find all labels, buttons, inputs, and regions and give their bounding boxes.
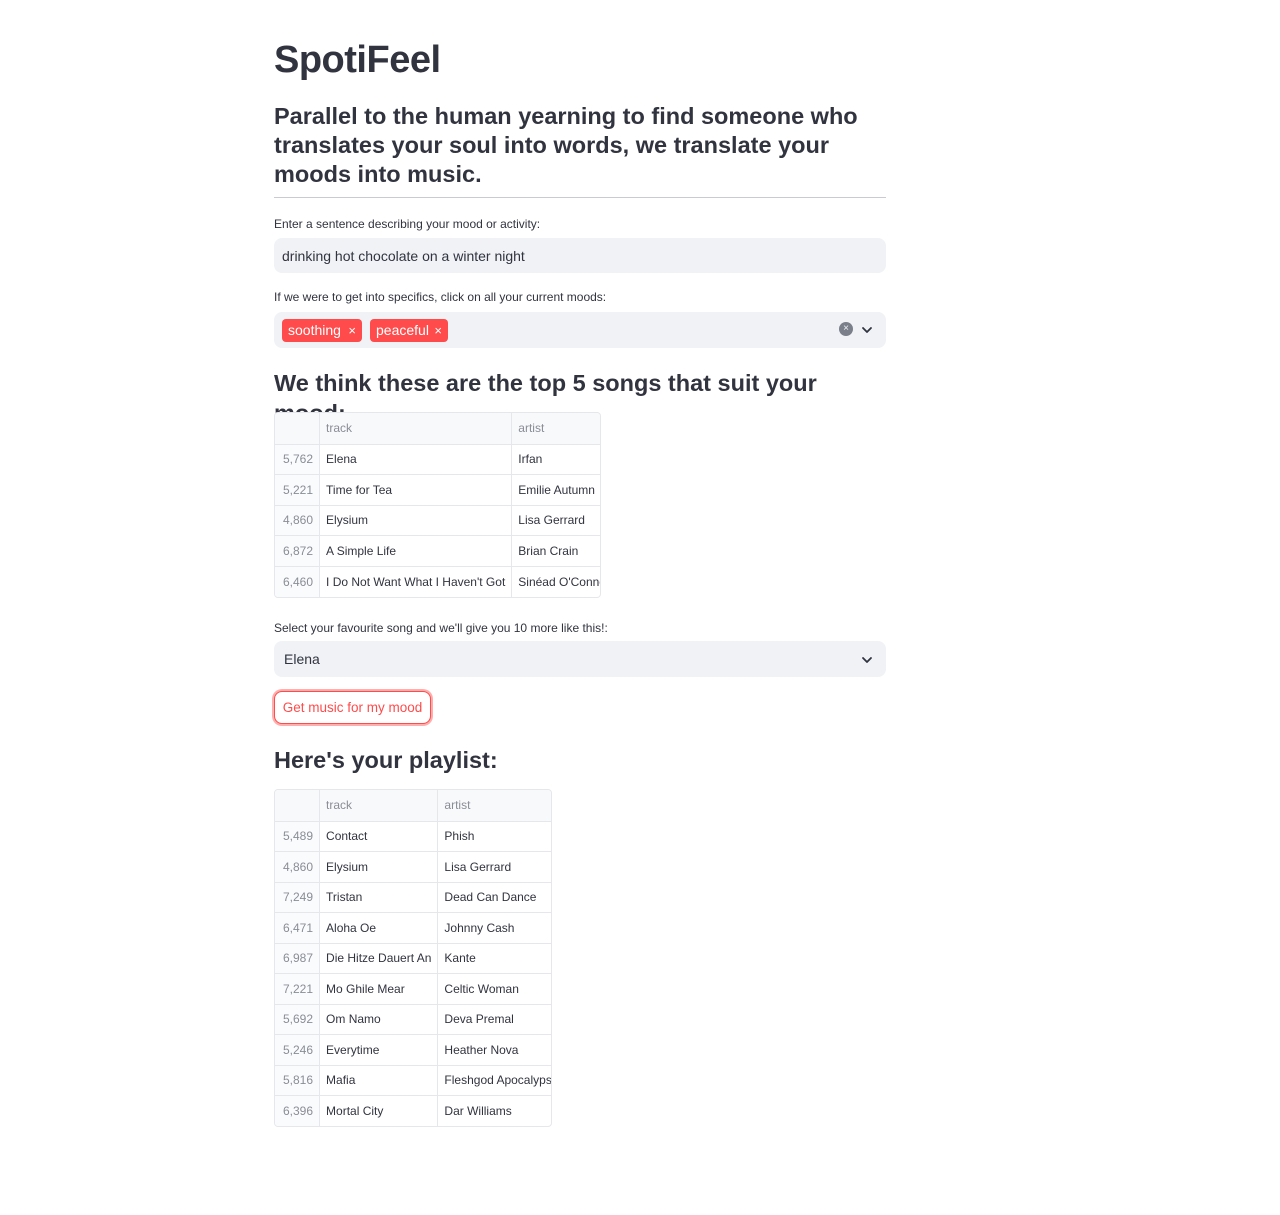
mood-tag-peaceful: peaceful ×	[370, 319, 448, 342]
index-column-header	[275, 790, 321, 822]
row-index: 5,489	[275, 821, 321, 852]
artist-column-header[interactable]: artist	[511, 413, 600, 445]
row-index: 6,471	[275, 912, 321, 944]
row-index: 4,860	[275, 505, 321, 536]
row-index: 6,987	[275, 943, 321, 974]
track-cell: Om Namo	[319, 1004, 439, 1035]
playlist-table[interactable]: track artist 5,489 Contact Phish 4,860 E…	[274, 789, 552, 1127]
artist-cell: Heather Nova	[437, 1034, 551, 1066]
selected-song-value: Elena	[284, 651, 320, 667]
top-songs-table[interactable]: track artist 5,762 Elena Irfan 5,221 Tim…	[274, 412, 601, 598]
track-cell: Time for Tea	[319, 474, 513, 506]
table-header-row: track artist	[275, 790, 551, 822]
table-row[interactable]: 6,987 Die Hitze Dauert An Kante	[275, 943, 551, 974]
playlist-heading: Here's your playlist:	[274, 747, 498, 773]
row-index: 5,692	[275, 1004, 321, 1035]
table-row[interactable]: 4,860 Elysium Lisa Gerrard	[275, 851, 551, 883]
artist-cell: Kante	[437, 943, 551, 974]
track-cell: Mo Ghile Mear	[319, 973, 439, 1005]
table-row[interactable]: 5,246 Everytime Heather Nova	[275, 1034, 551, 1066]
row-index: 5,762	[275, 444, 321, 475]
track-cell: Mortal City	[319, 1095, 439, 1126]
track-cell: Contact	[319, 821, 439, 852]
artist-cell: Dead Can Dance	[437, 882, 551, 913]
clear-icon[interactable]: ×	[839, 322, 853, 336]
table-header-row: track artist	[275, 413, 600, 445]
artist-cell: Phish	[437, 821, 551, 852]
app-tagline: Parallel to the human yearning to find s…	[274, 103, 858, 187]
row-index: 5,221	[275, 474, 321, 506]
table-row[interactable]: 5,489 Contact Phish	[275, 821, 551, 852]
track-cell: Everytime	[319, 1034, 439, 1066]
track-cell: Tristan	[319, 882, 439, 913]
track-column-header[interactable]: track	[319, 413, 513, 445]
table-row[interactable]: 5,816 Mafia Fleshgod Apocalypse	[275, 1065, 551, 1096]
moods-select-label: If we were to get into specifics, click …	[274, 290, 607, 304]
track-column-header[interactable]: track	[319, 790, 439, 822]
track-cell: A Simple Life	[319, 535, 513, 567]
chevron-down-icon[interactable]	[861, 654, 873, 666]
table-row[interactable]: 7,249 Tristan Dead Can Dance	[275, 882, 551, 913]
table-row[interactable]: 7,221 Mo Ghile Mear Celtic Woman	[275, 973, 551, 1005]
table-row[interactable]: 4,860 Elysium Lisa Gerrard	[275, 505, 600, 536]
table-row[interactable]: 6,471 Aloha Oe Johnny Cash	[275, 912, 551, 944]
mood-tag-label: peaceful	[376, 322, 429, 338]
artist-column-header[interactable]: artist	[437, 790, 551, 822]
remove-tag-icon[interactable]: ×	[348, 319, 356, 342]
favourite-song-select[interactable]: Elena	[274, 641, 886, 677]
table-row[interactable]: 6,460 I Do Not Want What I Haven't Got S…	[275, 566, 600, 597]
table-row[interactable]: 5,221 Time for Tea Emilie Autumn	[275, 474, 600, 506]
moods-multiselect[interactable]: soothing × peaceful × ×	[274, 312, 886, 348]
row-index: 6,396	[275, 1095, 321, 1126]
artist-cell: Fleshgod Apocalypse	[437, 1065, 551, 1096]
row-index: 6,460	[275, 566, 321, 597]
artist-cell: Lisa Gerrard	[511, 505, 600, 536]
mood-tag-label: soothing	[288, 322, 341, 338]
track-cell: Elysium	[319, 505, 513, 536]
artist-cell: Brian Crain	[511, 535, 600, 567]
track-cell: Die Hitze Dauert An	[319, 943, 439, 974]
app-title: SpotiFeel	[274, 39, 441, 81]
track-cell: Elysium	[319, 851, 439, 883]
chevron-down-icon[interactable]	[861, 324, 873, 336]
artist-cell: Lisa Gerrard	[437, 851, 551, 883]
artist-cell: Emilie Autumn	[511, 474, 600, 506]
table-row[interactable]: 6,396 Mortal City Dar Williams	[275, 1095, 551, 1126]
row-index: 7,221	[275, 973, 321, 1005]
artist-cell: Johnny Cash	[437, 912, 551, 944]
table-row[interactable]: 5,762 Elena Irfan	[275, 444, 600, 475]
row-index: 7,249	[275, 882, 321, 913]
artist-cell: Dar Williams	[437, 1095, 551, 1126]
track-cell: Aloha Oe	[319, 912, 439, 944]
index-column-header	[275, 413, 321, 445]
row-index: 5,816	[275, 1065, 321, 1096]
artist-cell: Celtic Woman	[437, 973, 551, 1005]
favourite-select-label: Select your favourite song and we'll giv…	[274, 621, 608, 635]
track-cell: I Do Not Want What I Haven't Got	[319, 566, 513, 597]
row-index: 6,872	[275, 535, 321, 567]
mood-text-input[interactable]	[274, 238, 886, 273]
remove-tag-icon[interactable]: ×	[434, 319, 442, 342]
track-cell: Mafia	[319, 1065, 439, 1096]
artist-cell: Sinéad O'Connor	[511, 566, 600, 597]
row-index: 5,246	[275, 1034, 321, 1066]
artist-cell: Deva Premal	[437, 1004, 551, 1035]
table-row[interactable]: 6,872 A Simple Life Brian Crain	[275, 535, 600, 567]
mood-input-label: Enter a sentence describing your mood or…	[274, 217, 541, 231]
get-music-button[interactable]: Get music for my mood	[274, 691, 431, 724]
divider	[274, 197, 886, 198]
table-row[interactable]: 5,692 Om Namo Deva Premal	[275, 1004, 551, 1035]
track-cell: Elena	[319, 444, 513, 475]
artist-cell: Irfan	[511, 444, 600, 475]
row-index: 4,860	[275, 851, 321, 883]
mood-tag-soothing: soothing ×	[282, 319, 362, 342]
